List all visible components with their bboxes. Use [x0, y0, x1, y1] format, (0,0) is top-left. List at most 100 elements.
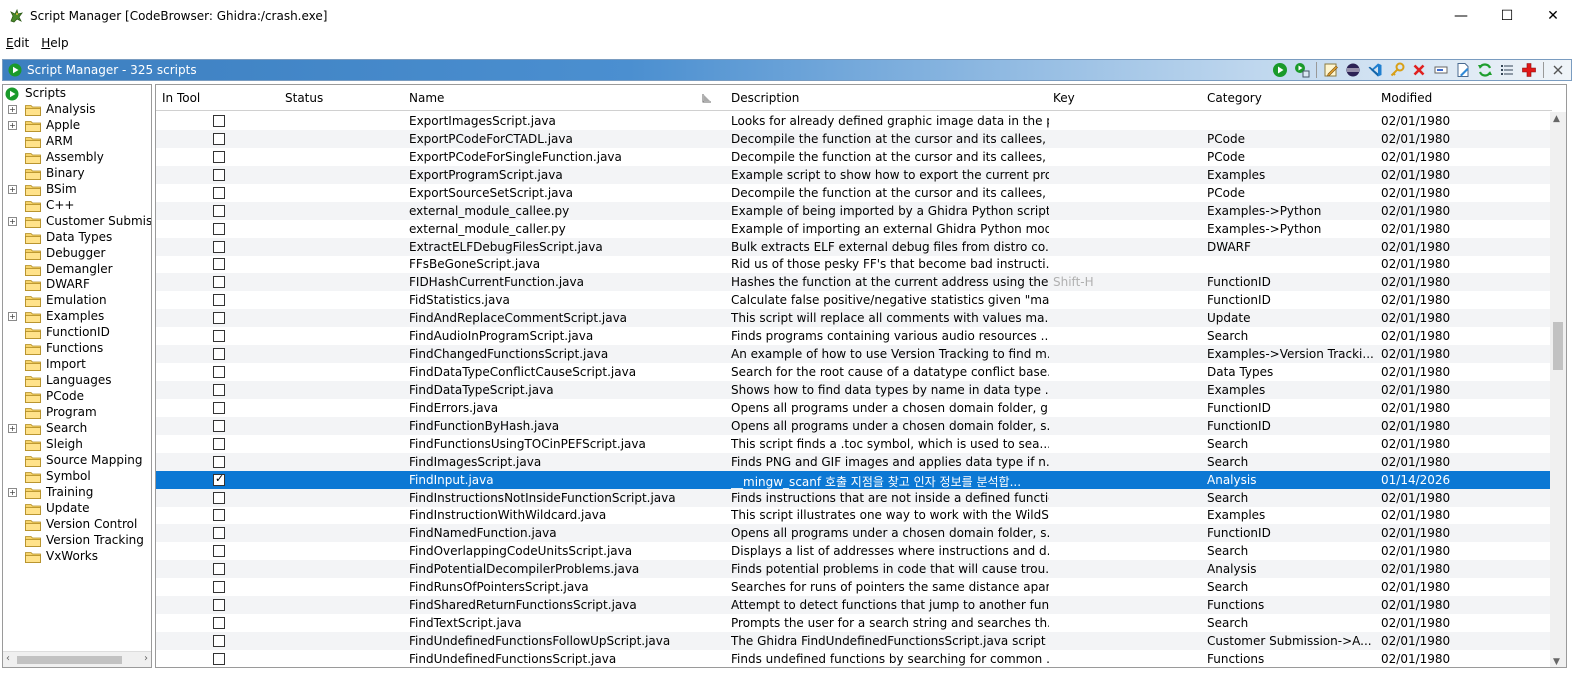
in-tool-checkbox[interactable] — [213, 437, 225, 450]
edit-script-icon[interactable] — [1320, 60, 1342, 80]
table-row[interactable]: FIDHashCurrentFunction.java Hashes the fu… — [156, 273, 1550, 292]
create-script-icon[interactable] — [1518, 60, 1540, 80]
tree-item-vxworks[interactable]: VxWorks — [3, 549, 151, 565]
in-tool-checkbox[interactable] — [213, 115, 225, 127]
in-tool-checkbox[interactable] — [213, 491, 225, 504]
in-tool-checkbox[interactable] — [213, 222, 225, 235]
close-window-button[interactable]: ✕ — [1530, 0, 1576, 32]
maximize-button[interactable]: ☐ — [1484, 0, 1530, 32]
table-row[interactable]: FindNamedFunction.java Opens all programs… — [156, 524, 1550, 543]
tree-item-c-[interactable]: C++ — [3, 198, 151, 214]
in-tool-checkbox[interactable] — [213, 599, 225, 612]
expand-icon[interactable]: + — [8, 216, 17, 226]
tree-item-update[interactable]: Update — [3, 501, 151, 517]
table-row[interactable]: FindChangedFunctionsScript.java An exampl… — [156, 345, 1550, 364]
table-row[interactable]: FindUndefinedFunctionsFollowUpScript.jav… — [156, 631, 1550, 650]
tree-item-arm[interactable]: ARM — [3, 134, 151, 150]
tree-item-functionid[interactable]: FunctionID — [3, 325, 151, 341]
delete-script-icon[interactable] — [1408, 60, 1430, 80]
tree-item-examples[interactable]: + Examples — [3, 309, 151, 325]
tree-item-data-types[interactable]: Data Types — [3, 230, 151, 246]
tree-item-training[interactable]: + Training — [3, 485, 151, 501]
tree-item-sleigh[interactable]: Sleigh — [3, 437, 151, 453]
table-row[interactable]: FindPotentialDecompilerProblems.java Find… — [156, 560, 1550, 579]
table-row[interactable]: ExportSourceSetScript.java Decompile the … — [156, 184, 1550, 202]
eclipse-icon[interactable] — [1342, 60, 1364, 80]
in-tool-checkbox[interactable] — [213, 186, 225, 199]
in-tool-checkbox[interactable] — [213, 330, 225, 343]
table-row[interactable]: FidStatistics.java Calculate false positi… — [156, 291, 1550, 309]
col-name-header[interactable]: Name — [409, 91, 444, 105]
table-row[interactable]: FindAudioInProgramScript.java Finds progr… — [156, 327, 1550, 345]
table-row[interactable]: FindInstructionsNotInsideFunctionScript.… — [156, 488, 1550, 507]
expand-icon[interactable]: + — [8, 105, 17, 114]
col-in-tool-header[interactable]: In Tool — [162, 91, 200, 105]
run-last-script-icon[interactable] — [1291, 60, 1313, 80]
scrollbar-thumb[interactable] — [17, 656, 122, 664]
script-directories-icon[interactable] — [1496, 60, 1518, 80]
in-tool-checkbox[interactable] — [213, 258, 225, 271]
col-description-header[interactable]: Description — [731, 91, 799, 105]
in-tool-checkbox[interactable] — [213, 652, 225, 665]
table-row[interactable]: ExportPCodeForSingleFunction.java Decompi… — [156, 148, 1550, 166]
in-tool-checkbox[interactable] — [213, 240, 225, 253]
tree-horizontal-scrollbar[interactable]: ‹ › — [3, 651, 151, 667]
tree-item-dwarf[interactable]: DWARF — [3, 277, 151, 293]
in-tool-checkbox[interactable] — [213, 509, 225, 522]
tree-item-version-control[interactable]: Version Control — [3, 517, 151, 533]
expand-icon[interactable]: + — [8, 424, 17, 433]
tree-item-import[interactable]: Import — [3, 357, 151, 373]
in-tool-checkbox[interactable] — [213, 455, 225, 468]
in-tool-checkbox[interactable] — [213, 545, 225, 558]
table-row[interactable]: FindDataTypeScript.java Shows how to find… — [156, 380, 1550, 399]
script-category-tree[interactable]: Scripts ‹ › + Analysis + Apple ARM Assembly Bi… — [2, 84, 152, 668]
scroll-up-arrow-icon[interactable]: ▲ — [1553, 114, 1560, 124]
table-row[interactable]: external_module_caller.py Example of impo… — [156, 220, 1550, 238]
table-row[interactable]: FindRunsOfPointersScript.java Searches fo… — [156, 578, 1550, 596]
in-tool-checkbox[interactable] — [213, 168, 225, 181]
expand-icon[interactable]: + — [8, 184, 17, 194]
expand-icon[interactable]: + — [8, 120, 17, 130]
table-row[interactable]: external_module_callee.py Example of bein… — [156, 201, 1550, 220]
rename-icon[interactable] — [1430, 60, 1452, 80]
tree-item-source-mapping[interactable]: Source Mapping — [3, 453, 151, 469]
expand-icon[interactable]: + — [8, 312, 17, 322]
in-tool-checkbox[interactable] — [213, 563, 225, 576]
in-tool-checkbox[interactable] — [213, 312, 225, 325]
table-row[interactable]: FindUndefinedFunctionsScript.java Finds u… — [156, 650, 1550, 667]
tree-item-pcode[interactable]: PCode — [3, 389, 151, 405]
in-tool-checkbox[interactable] — [213, 401, 225, 414]
table-row[interactable]: FindFunctionsUsingTOCinPEFScript.java Thi… — [156, 435, 1550, 453]
tree-item-bsim[interactable]: + BSim — [3, 182, 151, 198]
tree-item-version-tracking[interactable]: Version Tracking — [3, 533, 151, 549]
scroll-left-arrow-icon[interactable]: ‹ — [6, 653, 10, 664]
expand-icon[interactable]: + — [8, 487, 17, 497]
tree-item-demangler[interactable]: Demangler — [3, 262, 151, 278]
table-row[interactable]: ExportImagesScript.java Looks for already… — [156, 112, 1550, 130]
table-row[interactable]: FindFunctionByHash.java Opens all program… — [156, 416, 1550, 435]
tree-item-debugger[interactable]: Debugger — [3, 246, 151, 262]
in-tool-checkbox[interactable] — [213, 366, 225, 379]
tree-item-symbol[interactable]: Symbol — [3, 469, 151, 485]
col-modified-header[interactable]: Modified — [1381, 91, 1432, 105]
tree-item-languages[interactable]: Languages — [3, 373, 151, 389]
close-panel-icon[interactable] — [1547, 60, 1569, 80]
tree-item-program[interactable]: Program — [3, 405, 151, 421]
menu-help[interactable]: Help — [35, 36, 74, 50]
table-row[interactable]: ExportProgramScript.java Example script t… — [156, 165, 1550, 184]
in-tool-checkbox[interactable] — [213, 276, 225, 289]
run-script-icon[interactable] — [1269, 60, 1291, 80]
scroll-right-arrow-icon[interactable]: › — [144, 653, 148, 664]
table-row[interactable]: FindAndReplaceCommentScript.java This scr… — [156, 309, 1550, 328]
table-row[interactable]: ExtractELFDebugFilesScript.java Bulk extr… — [156, 237, 1550, 256]
vscode-icon[interactable] — [1364, 60, 1386, 80]
table-row[interactable]: FindSharedReturnFunctionsScript.java Att… — [156, 596, 1550, 615]
in-tool-checkbox[interactable] — [213, 150, 225, 163]
tree-item-search[interactable]: + Search — [3, 421, 151, 437]
in-tool-checkbox[interactable] — [213, 383, 225, 396]
tree-item-functions[interactable]: Functions — [3, 341, 151, 357]
table-row[interactable]: FFsBeGoneScript.java Rid us of those pesk… — [156, 255, 1550, 273]
in-tool-checkbox[interactable] — [213, 617, 225, 630]
col-category-header[interactable]: Category — [1207, 91, 1262, 105]
tree-item-analysis[interactable]: + Analysis — [3, 102, 151, 118]
